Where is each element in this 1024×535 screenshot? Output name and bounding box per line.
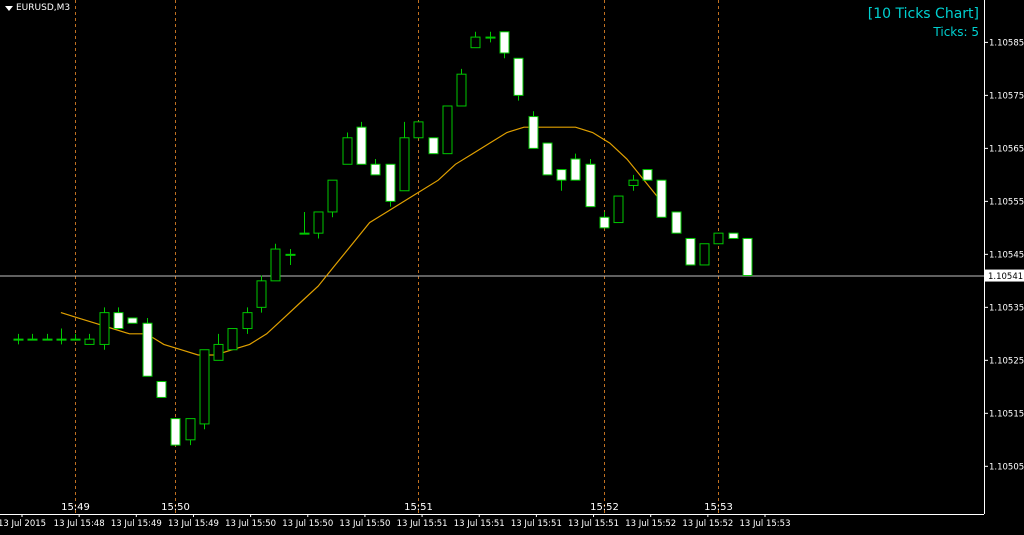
- indicator-ticks: Ticks: 5: [933, 25, 979, 39]
- candle-body-bull: [399, 137, 410, 192]
- price-chart[interactable]: 15:49 15:50 15:51 15:52 15:53 1.10585 1.10575 1…: [0, 0, 1024, 531]
- symbol-header[interactable]: EURUSD,M3: [5, 3, 70, 13]
- candle-body-bull: [413, 121, 424, 139]
- x-date-label: 13 Jul 15:51: [454, 519, 505, 529]
- x-date-label: 13 Jul 15:51: [568, 519, 619, 529]
- candle-body-bull: [70, 338, 81, 341]
- axes: 15:49 15:50 15:51 15:52 15:53 1.10585 1.10575 1…: [0, 0, 1024, 529]
- candle-body-bear: [542, 142, 553, 176]
- triangle-down-icon[interactable]: [5, 5, 13, 11]
- y-tick-label: 1.10565: [989, 144, 1024, 154]
- y-tick-label: 1.10535: [989, 303, 1024, 313]
- candle-body-bull: [699, 243, 710, 266]
- candles-layer: [13, 31, 753, 446]
- x-date-label: 13 Jul 15:51: [397, 519, 448, 529]
- candle-body-bull: [613, 195, 624, 224]
- chart-area[interactable]: 15:49 15:50 15:51 15:52 15:53 1.10585 1.10575 1…: [0, 0, 1024, 531]
- x-date-label: 13 Jul 15:50: [225, 519, 276, 529]
- x-date-label: 13 Jul 15:53: [740, 519, 791, 529]
- candle-body-bull: [56, 338, 67, 341]
- candle-body-bull: [327, 179, 338, 213]
- candle-body-bear: [685, 237, 696, 266]
- candle-body-bear: [599, 216, 610, 229]
- candle-body-bull: [27, 338, 38, 341]
- x-major-label: 15:52: [590, 502, 619, 513]
- candle-body-bull: [285, 253, 296, 256]
- symbol-label: EURUSD,M3: [16, 3, 71, 13]
- candle-body-bull: [470, 36, 481, 49]
- candle-body-bear: [556, 169, 567, 181]
- candle-body-bull: [456, 73, 467, 107]
- candle-body-bull: [242, 312, 253, 330]
- current-price-label: 1.10541: [988, 272, 1023, 282]
- candle-body-bear: [513, 57, 524, 96]
- candle-body-bear: [585, 163, 596, 208]
- candle-body-bear: [356, 126, 367, 165]
- x-major-label: 15:51: [404, 502, 433, 513]
- candle-body-bear: [385, 163, 396, 202]
- candle-body-bull: [628, 179, 639, 186]
- candle-body-bear: [642, 169, 653, 181]
- candle-body-bear: [127, 317, 138, 324]
- x-date-label: 13 Jul 15:49: [111, 519, 162, 529]
- y-tick-label: 1.10515: [989, 409, 1024, 419]
- candle-body-bear: [156, 381, 167, 398]
- candle-body-bear: [170, 418, 181, 446]
- candle-body-bear: [499, 31, 510, 54]
- candle-body-bear: [570, 158, 581, 181]
- candle-body-bull: [84, 338, 95, 345]
- candle-body-bear: [656, 179, 667, 218]
- x-date-label: 13 Jul 15:52: [625, 519, 676, 529]
- x-date-label: 13 Jul 15:49: [168, 519, 219, 529]
- candle-body-bull: [256, 280, 267, 308]
- y-tick-label: 1.10585: [989, 38, 1024, 48]
- candle-body-bull: [270, 248, 281, 282]
- x-major-label: 15:53: [704, 502, 733, 513]
- candle-body-bull: [42, 338, 53, 341]
- candle-body-bull: [227, 328, 238, 351]
- candle-body-bull: [185, 418, 196, 441]
- candle-body-bear: [528, 116, 539, 149]
- candle-body-bear: [370, 163, 381, 176]
- x-date-label: 13 Jul 15:50: [282, 519, 333, 529]
- y-tick-label: 1.10525: [989, 356, 1024, 366]
- candle-body-bull: [713, 232, 724, 245]
- candle-body-bull: [342, 137, 353, 165]
- x-major-label: 15:49: [61, 502, 90, 513]
- indicator-title: [10 Ticks Chart]: [867, 6, 979, 22]
- x-date-label: 13 Jul 15:51: [511, 519, 562, 529]
- x-date-label: 13 Jul 15:50: [339, 519, 390, 529]
- candle-body-bear: [428, 137, 439, 155]
- grid-lines: [0, 0, 984, 514]
- candle-body-bull: [299, 232, 310, 235]
- x-date-label: 13 Jul 15:52: [682, 519, 733, 529]
- candle-body-bull: [313, 211, 324, 234]
- x-major-label: 15:50: [161, 502, 190, 513]
- candle-body-bear: [671, 211, 682, 234]
- candle-body-bull: [99, 312, 110, 345]
- candle-body-bull: [199, 349, 210, 425]
- candle-body-bull: [485, 36, 496, 39]
- candle-body-bear: [142, 322, 153, 377]
- y-tick-label: 1.10545: [989, 250, 1024, 260]
- candle-body-bull: [13, 338, 24, 341]
- candle-body-bear: [728, 232, 739, 239]
- y-tick-label: 1.10505: [989, 462, 1024, 472]
- candle-body-bull: [442, 105, 453, 155]
- y-tick-label: 1.10575: [989, 91, 1024, 101]
- x-date-label: 13 Jul 2015: [0, 519, 46, 529]
- y-tick-label: 1.10555: [989, 197, 1024, 207]
- candle-body-bull: [213, 343, 224, 361]
- x-date-label: 13 Jul 15:48: [54, 519, 105, 529]
- candle-body-bear: [113, 312, 124, 330]
- candle-body-bear: [742, 237, 753, 277]
